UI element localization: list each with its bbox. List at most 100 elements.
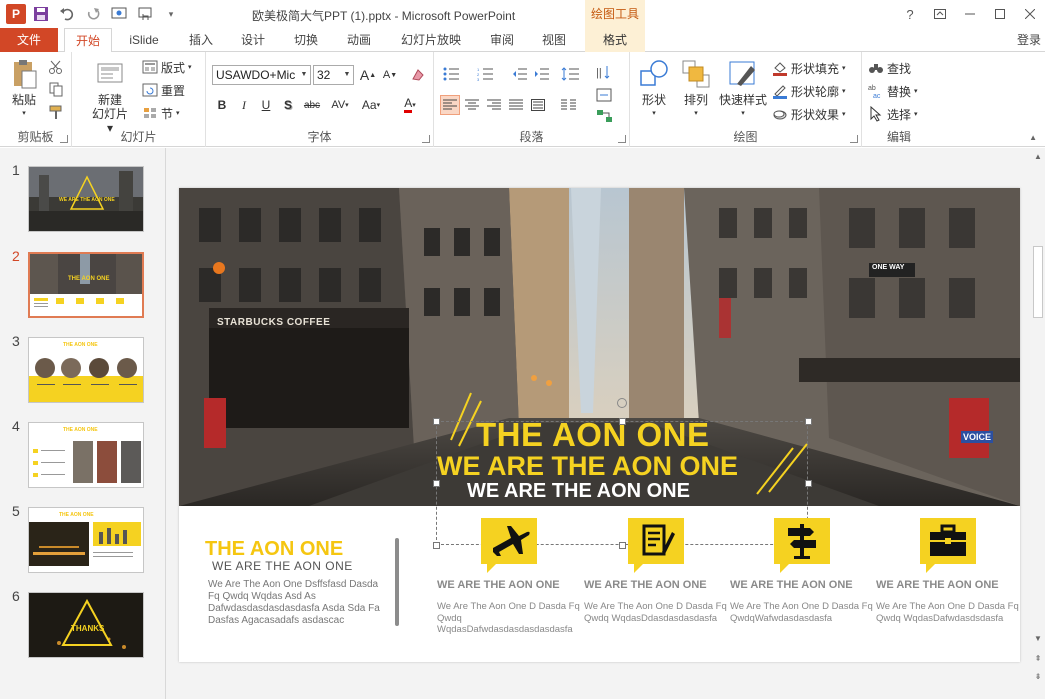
reset-button[interactable]: 重置 — [142, 80, 185, 100]
italic-button[interactable]: I — [234, 95, 254, 115]
font-launcher-icon[interactable] — [422, 135, 430, 143]
slide-thumbnail-3[interactable]: THE AON ONE — [28, 337, 144, 403]
thumbnail-row-5[interactable]: 5 THE AON ONE — [0, 489, 166, 573]
change-case-button[interactable]: Aa ▾ — [356, 95, 386, 115]
slide-thumbnail-5[interactable]: THE AON ONE — [28, 507, 144, 573]
powerpoint-logo-icon[interactable]: P — [6, 4, 26, 24]
increase-indent-icon[interactable] — [532, 64, 552, 84]
touch-mode-icon[interactable] — [134, 4, 156, 24]
present-from-start-icon[interactable] — [108, 4, 130, 24]
bold-button[interactable]: B — [212, 95, 232, 115]
tab-8[interactable]: 审阅 — [479, 28, 525, 52]
save-icon[interactable] — [30, 4, 52, 24]
tab-1[interactable]: 开始 — [64, 28, 112, 53]
ribbon-display-options-icon[interactable] — [925, 0, 955, 28]
slide-thumbnail-1[interactable]: WE ARE THE AON ONE — [28, 166, 144, 232]
tab-10[interactable]: 格式 — [585, 28, 645, 52]
find-button[interactable]: 查找 — [868, 58, 911, 78]
tab-9[interactable]: 视图 — [531, 28, 577, 52]
left-body-text[interactable]: We Are The Aon One Dsffsfasd Dasda Fq Qw… — [208, 579, 380, 627]
resize-handle-bl[interactable] — [433, 542, 440, 549]
align-text-icon[interactable] — [592, 85, 618, 105]
justify-icon[interactable] — [506, 95, 526, 115]
tab-7[interactable]: 幻灯片放映 — [391, 28, 471, 52]
convert-to-smartart-icon[interactable] — [592, 106, 618, 126]
help-button[interactable]: ? — [895, 0, 925, 28]
thumbnail-row-3[interactable]: 3 THE AON ONE — [0, 319, 166, 403]
tab-0[interactable]: 文件 — [0, 28, 58, 52]
scroll-up-icon[interactable]: ▲ — [1031, 150, 1045, 164]
slide-thumbnail-4[interactable]: THE AON ONE — [28, 422, 144, 488]
resize-handle-t[interactable] — [619, 418, 626, 425]
maximize-icon[interactable] — [985, 0, 1015, 28]
resize-handle-r[interactable] — [805, 480, 812, 487]
tab-4[interactable]: 设计 — [230, 28, 276, 52]
close-icon[interactable] — [1015, 0, 1045, 28]
tab-6[interactable]: 动画 — [336, 28, 382, 52]
align-left-icon[interactable] — [440, 95, 460, 115]
tab-2[interactable]: iSlide — [118, 28, 170, 52]
redo-icon[interactable] — [82, 4, 104, 24]
rotation-handle[interactable] — [617, 398, 627, 408]
copy-button[interactable] — [48, 79, 64, 99]
select-button[interactable]: 选择 ▾ — [868, 104, 918, 124]
replace-button[interactable]: ab ac 替换 ▾ — [868, 81, 918, 101]
next-slide-icon[interactable]: ⇟ — [1031, 670, 1045, 684]
shrink-font-button[interactable]: A ▼ — [380, 65, 400, 85]
cut-button[interactable] — [48, 57, 64, 77]
shape-effects-button[interactable]: 形状效果 ▾ — [772, 104, 846, 124]
slide-thumbnail-2[interactable]: THE AON ONE — [28, 252, 144, 318]
strikethrough-button[interactable]: abc — [300, 95, 324, 115]
shapes-button[interactable]: 形状 ▾ — [636, 58, 672, 121]
left-subtitle[interactable]: WE ARE THE AON ONE — [212, 559, 353, 573]
shape-outline-button[interactable]: 形状轮廓 ▾ — [772, 81, 846, 101]
paragraph-launcher-icon[interactable] — [618, 135, 626, 143]
underline-button[interactable]: U — [256, 95, 276, 115]
current-slide[interactable]: STARBUCKS COFFEE ONE WAY VOICE THE AON O… — [179, 188, 1020, 662]
columns-icon[interactable] — [558, 95, 584, 115]
format-painter-button[interactable] — [48, 102, 64, 122]
resize-handle-l[interactable] — [433, 480, 440, 487]
text-shadow-button[interactable]: S — [278, 95, 298, 115]
character-spacing-button[interactable]: AV ▾ — [326, 95, 354, 115]
align-center-icon[interactable] — [462, 95, 482, 115]
quick-styles-button[interactable]: 快速样式 ▾ — [718, 58, 768, 121]
line-spacing-icon[interactable] — [558, 64, 584, 84]
section-button[interactable]: 节 ▾ — [142, 103, 180, 123]
font-color-button[interactable]: A ▾ — [396, 95, 424, 115]
undo-icon[interactable] — [56, 4, 78, 24]
shape-fill-button[interactable]: 形状填充 ▾ — [772, 58, 846, 78]
scroll-down-icon[interactable]: ▼ — [1031, 632, 1045, 646]
clear-formatting-icon[interactable] — [408, 65, 428, 85]
grow-font-button[interactable]: A ▲ — [358, 65, 378, 85]
bullets-icon[interactable] — [440, 64, 466, 84]
resize-handle-tl[interactable] — [433, 418, 440, 425]
thumbnail-row-6[interactable]: 6 THANKS — [0, 574, 166, 658]
new-slide-button[interactable]: 新建 幻灯片 ▾ — [88, 58, 132, 135]
paste-button[interactable]: 粘贴 ▾ — [6, 58, 42, 121]
tab-5[interactable]: 切换 — [283, 28, 329, 52]
previous-slide-icon[interactable]: ⇞ — [1031, 652, 1045, 666]
font-name-combo[interactable]: USAWDO+Mic ▼ — [212, 65, 311, 85]
thumbnail-row-4[interactable]: 4 THE AON ONE — [0, 404, 166, 488]
thumbnail-row-2[interactable]: 2 THE AON ONE — [0, 234, 166, 318]
text-direction-icon[interactable]: || — [592, 62, 618, 82]
distributed-icon[interactable] — [528, 95, 548, 115]
decrease-indent-icon[interactable] — [510, 64, 530, 84]
vertical-scrollbar[interactable]: ▲ ▼ ⇞ ⇟ — [1031, 148, 1045, 699]
collapse-ribbon-icon[interactable]: ▲ — [1029, 133, 1037, 142]
resize-handle-b[interactable] — [619, 542, 626, 549]
numbering-icon[interactable]: 123 — [474, 64, 500, 84]
tab-3[interactable]: 插入 — [178, 28, 224, 52]
arrange-button[interactable]: 排列 ▾ — [678, 58, 714, 121]
thumbnail-row-1[interactable]: 1 WE ARE THE AON ONE — [0, 148, 166, 232]
drawing-launcher-icon[interactable] — [850, 135, 858, 143]
scrollbar-thumb[interactable] — [1033, 246, 1043, 318]
minimize-icon[interactable] — [955, 0, 985, 28]
customize-qat-icon[interactable]: ▾ — [160, 4, 182, 24]
clipboard-launcher-icon[interactable] — [60, 135, 68, 143]
layout-button[interactable]: 版式 ▾ — [142, 57, 192, 77]
left-title[interactable]: THE AON ONE — [205, 538, 343, 561]
align-right-icon[interactable] — [484, 95, 504, 115]
resize-handle-tr[interactable] — [805, 418, 812, 425]
